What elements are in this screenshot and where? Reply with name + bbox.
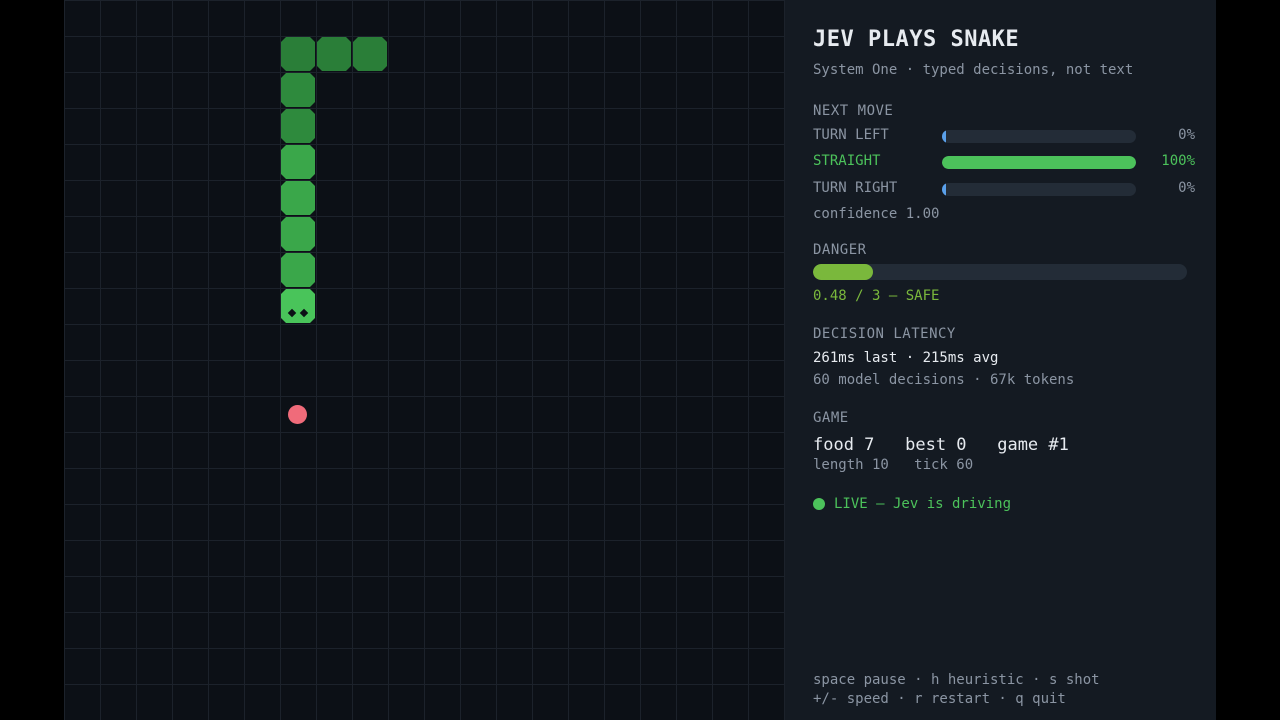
confidence-text: confidence 1.00 [813, 206, 940, 222]
game-stats: food 7 best 0 game #1 [813, 435, 1069, 455]
panel-subtitle: System One · typed decisions, not text [813, 62, 1134, 78]
live-status-text: LIVE — Jev is driving [834, 496, 1012, 512]
snake-segment [281, 37, 315, 71]
snake-segment [281, 145, 315, 179]
move-probability-tick [942, 183, 946, 196]
game-stage: JEV PLAYS SNAKE System One · typed decis… [64, 0, 1216, 720]
next-move-heading: NEXT MOVE [813, 103, 894, 119]
move-label: TURN RIGHT [813, 180, 898, 196]
danger-meter-fill [813, 264, 873, 280]
move-probability-fill [942, 156, 1136, 169]
move-percent: 0% [1178, 127, 1195, 143]
move-percent: 100% [1161, 153, 1195, 169]
move-probability-bar [942, 183, 1136, 196]
side-panel: JEV PLAYS SNAKE System One · typed decis… [785, 0, 1216, 720]
snake-head [281, 289, 315, 323]
move-probability-bar [942, 156, 1136, 169]
keyboard-hints-line-1: space pause · h heuristic · s shot [813, 672, 1100, 688]
move-probability-tick [942, 130, 946, 143]
food-pellet [288, 405, 307, 424]
game-substats: length 10 tick 60 [813, 457, 974, 473]
move-probability-bar [942, 130, 1136, 143]
danger-heading: DANGER [813, 242, 867, 258]
move-label: STRAIGHT [813, 153, 881, 169]
move-row-straight: STRAIGHT 100% [813, 153, 1195, 173]
move-label: TURN LEFT [813, 127, 889, 143]
live-indicator-icon [813, 498, 825, 510]
move-percent: 0% [1178, 180, 1195, 196]
snake-segment [317, 37, 351, 71]
snake-segment [281, 109, 315, 143]
snake-segment [281, 253, 315, 287]
snake-eye [287, 308, 297, 318]
move-row-turn-right: TURN RIGHT 0% [813, 180, 1195, 200]
snake-eye [299, 308, 309, 318]
keyboard-hints-line-2: +/- speed · r restart · q quit [813, 691, 1066, 707]
latency-heading: DECISION LATENCY [813, 326, 956, 342]
latency-summary: 261ms last · 215ms avg [813, 350, 999, 366]
game-heading: GAME [813, 410, 849, 426]
snake-segment [353, 37, 387, 71]
move-row-turn-left: TURN LEFT 0% [813, 127, 1195, 147]
snake-segment [281, 181, 315, 215]
panel-title: JEV PLAYS SNAKE [813, 27, 1020, 52]
game-board [64, 0, 785, 720]
decision-count: 60 model decisions · 67k tokens [813, 372, 1075, 388]
snake-segment [281, 73, 315, 107]
snake-segment [281, 217, 315, 251]
danger-value: 0.48 / 3 — SAFE [813, 288, 940, 304]
danger-meter [813, 264, 1187, 280]
